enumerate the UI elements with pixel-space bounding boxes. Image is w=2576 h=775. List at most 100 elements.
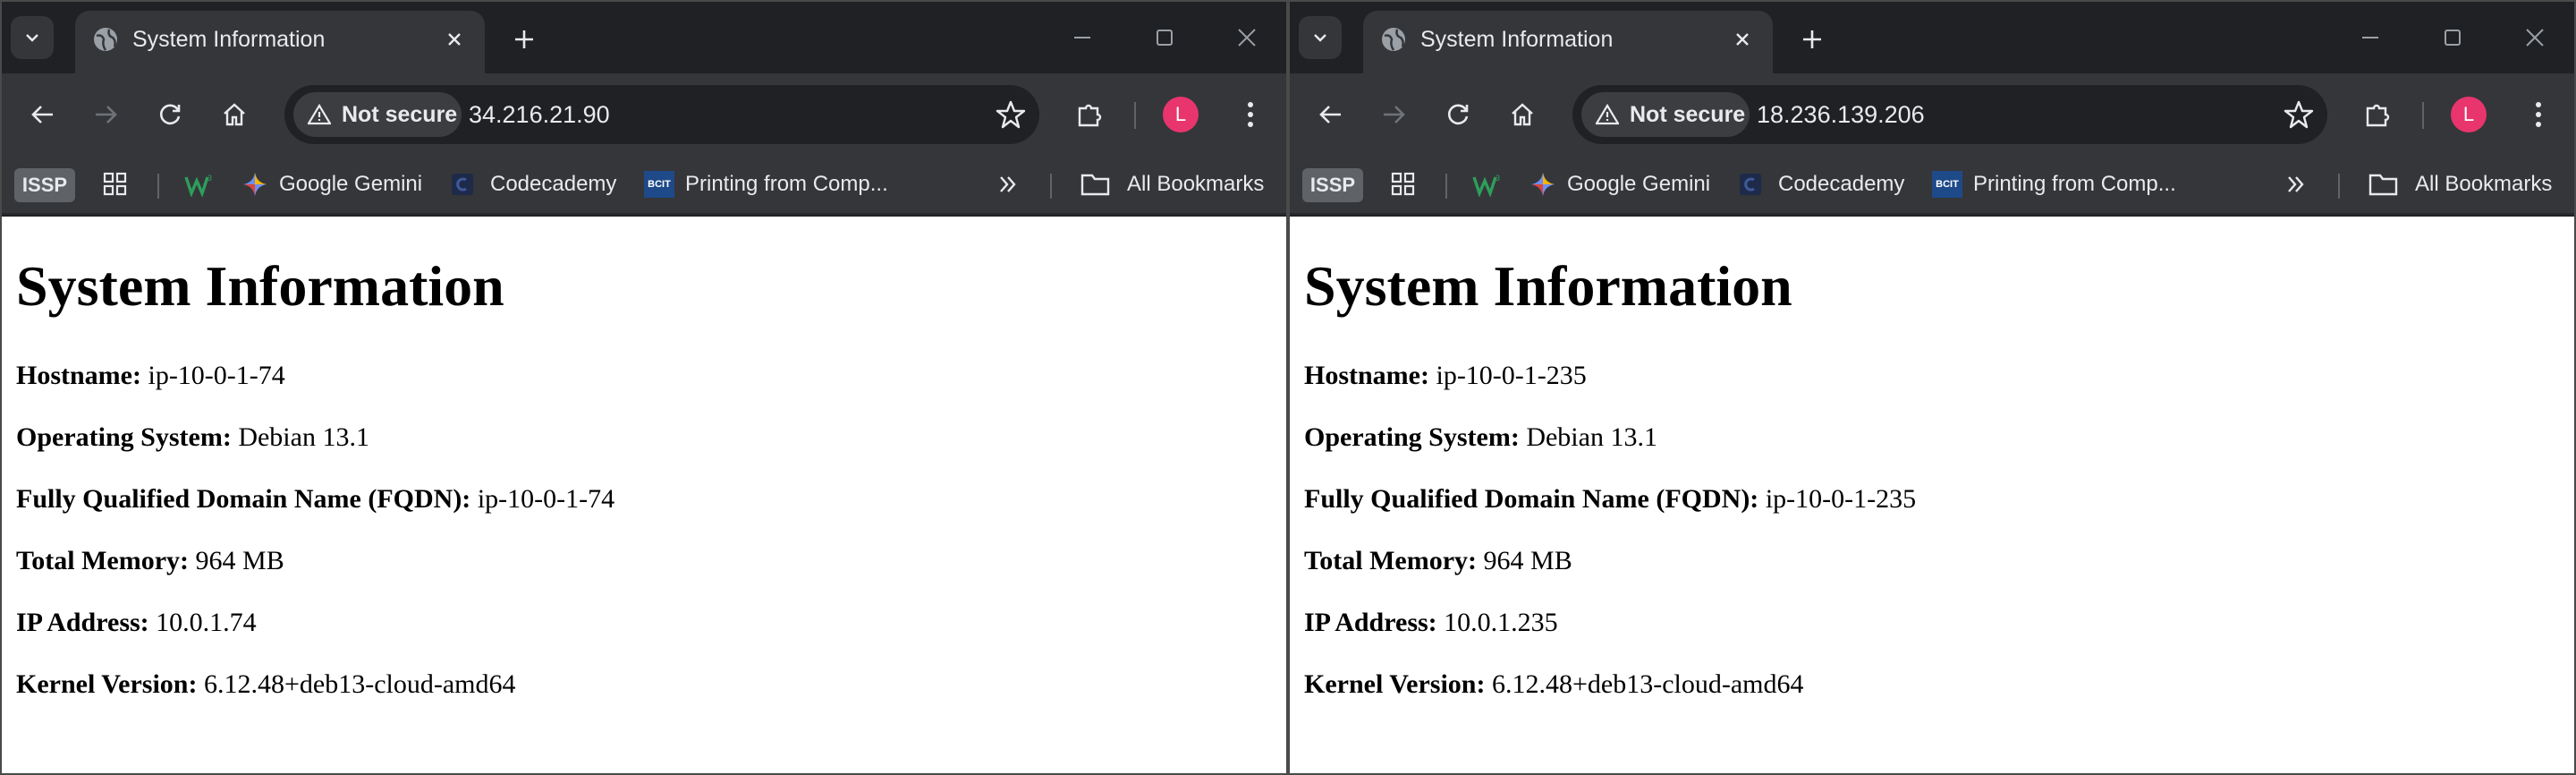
bookmark-label: Printing from Comp... bbox=[685, 172, 888, 196]
warning-icon bbox=[308, 104, 331, 125]
active-tab[interactable]: System Information bbox=[75, 11, 485, 73]
tab-title: System Information bbox=[1420, 27, 1614, 52]
back-button[interactable] bbox=[1309, 93, 1352, 136]
info-value: ip-10-0-1-235 bbox=[1436, 361, 1587, 390]
star-icon[interactable] bbox=[2283, 98, 2315, 131]
extensions-button[interactable] bbox=[2356, 93, 2399, 136]
url-text[interactable]: 18.236.139.206 bbox=[1757, 101, 1925, 128]
info-value: Debian 13.1 bbox=[1526, 422, 1657, 452]
profile-avatar[interactable]: L bbox=[2451, 97, 2487, 132]
toolbar: Not secure 34.216.21.90 L bbox=[2, 73, 1286, 156]
maximize-button[interactable] bbox=[2435, 20, 2470, 55]
menu-button[interactable] bbox=[2517, 93, 2560, 136]
bookmark-w3[interactable]: 3 bbox=[1472, 166, 1501, 202]
info-label: Kernel Version: bbox=[16, 669, 198, 699]
bcit-logo-icon: BCIT bbox=[644, 171, 674, 198]
apps-button[interactable] bbox=[102, 166, 129, 202]
new-tab-button[interactable] bbox=[1796, 23, 1828, 55]
bookmark-google-gemini[interactable]: Google Gemini bbox=[242, 166, 422, 202]
info-label: Fully Qualified Domain Name (FQDN): bbox=[1304, 484, 1759, 514]
profile-avatar[interactable]: L bbox=[1163, 97, 1199, 132]
tab-search-button[interactable] bbox=[11, 16, 54, 59]
page-content: System Information Hostname: ip-10-0-1-2… bbox=[1290, 217, 2574, 773]
bookmarks-bar: ISSP 3 Google Gemini Codecademy BCIT Pri… bbox=[1290, 156, 2574, 215]
active-tab[interactable]: System Information bbox=[1363, 11, 1773, 73]
toolbar: Not secure 18.236.139.206 L bbox=[1290, 73, 2574, 156]
apps-button[interactable] bbox=[1390, 166, 1417, 202]
info-row-hostname: Hostname: ip-10-0-1-235 bbox=[1304, 360, 1587, 392]
arrow-right-icon bbox=[1384, 106, 1405, 123]
tab-close-button[interactable] bbox=[1728, 25, 1757, 54]
reload-icon bbox=[1448, 104, 1469, 125]
address-bar[interactable]: Not secure 18.236.139.206 bbox=[1572, 85, 2327, 144]
minimize-button[interactable] bbox=[2352, 20, 2388, 55]
new-tab-button[interactable] bbox=[508, 23, 540, 55]
info-value: 6.12.48+deb13-cloud-amd64 bbox=[1492, 669, 1804, 699]
close-window-button[interactable] bbox=[1229, 20, 1265, 55]
reload-button[interactable] bbox=[148, 93, 191, 136]
info-label: Kernel Version: bbox=[1304, 669, 1486, 699]
menu-button[interactable] bbox=[1229, 93, 1272, 136]
info-row-fqdn: Fully Qualified Domain Name (FQDN): ip-1… bbox=[16, 483, 614, 515]
forward-button[interactable] bbox=[84, 93, 127, 136]
close-icon bbox=[448, 33, 461, 46]
tab-close-button[interactable] bbox=[440, 25, 469, 54]
bookmarks-divider bbox=[1445, 174, 1447, 199]
all-bookmarks-button[interactable]: All Bookmarks bbox=[2368, 166, 2552, 202]
svg-text:3: 3 bbox=[1496, 174, 1500, 183]
bookmark-printing[interactable]: BCIT Printing from Comp... bbox=[1932, 166, 2176, 202]
not-secure-label: Not secure bbox=[1630, 102, 1746, 127]
site-info-chip[interactable]: Not secure bbox=[1581, 92, 1750, 137]
bookmark-printing[interactable]: BCIT Printing from Comp... bbox=[644, 166, 888, 202]
plus-icon bbox=[515, 30, 533, 48]
info-value: Debian 13.1 bbox=[238, 422, 369, 452]
site-info-chip[interactable]: Not secure bbox=[293, 92, 462, 137]
forward-button[interactable] bbox=[1372, 93, 1415, 136]
chevron-double-right-icon bbox=[2288, 176, 2304, 192]
bookmark-issp[interactable]: ISSP bbox=[14, 168, 75, 202]
info-row-memory: Total Memory: 964 MB bbox=[16, 545, 284, 577]
maximize-button[interactable] bbox=[1147, 20, 1182, 55]
bookmarks-overflow-button[interactable] bbox=[996, 166, 1020, 202]
apps-grid-icon bbox=[103, 172, 127, 196]
bookmark-google-gemini[interactable]: Google Gemini bbox=[1530, 166, 1710, 202]
maximize-icon bbox=[2445, 30, 2461, 46]
info-label: Operating System: bbox=[16, 422, 232, 452]
address-bar[interactable]: Not secure 34.216.21.90 bbox=[284, 85, 1039, 144]
home-button[interactable] bbox=[213, 93, 256, 136]
url-text[interactable]: 34.216.21.90 bbox=[469, 101, 610, 128]
all-bookmarks-button[interactable]: All Bookmarks bbox=[1080, 166, 1264, 202]
info-value: ip-10-0-1-74 bbox=[477, 484, 615, 514]
arrow-left-icon bbox=[1319, 106, 1341, 123]
home-button[interactable] bbox=[1501, 93, 1544, 136]
close-window-button[interactable] bbox=[2517, 20, 2553, 55]
browser-window-left: System Information Not secure 34.216.21.… bbox=[0, 0, 1288, 775]
bookmarks-overflow-button[interactable] bbox=[2284, 166, 2308, 202]
gemini-icon bbox=[1531, 173, 1555, 196]
info-value: ip-10-0-1-235 bbox=[1765, 484, 1917, 514]
bookmark-codecademy[interactable]: Codecademy bbox=[449, 166, 616, 202]
page-heading: System Information bbox=[16, 254, 504, 318]
plus-icon bbox=[1803, 30, 1821, 48]
puzzle-icon bbox=[1078, 104, 1102, 127]
back-button[interactable] bbox=[21, 93, 64, 136]
bookmark-codecademy[interactable]: Codecademy bbox=[1737, 166, 1904, 202]
bookmark-w3[interactable]: 3 bbox=[184, 166, 213, 202]
codecademy-icon bbox=[452, 174, 473, 195]
info-label: Operating System: bbox=[1304, 422, 1520, 452]
bookmark-label: Google Gemini bbox=[1567, 172, 1711, 196]
extensions-button[interactable] bbox=[1068, 93, 1111, 136]
info-row-os: Operating System: Debian 13.1 bbox=[1304, 422, 1657, 454]
chevron-double-right-icon bbox=[1000, 176, 1016, 192]
star-icon[interactable] bbox=[995, 98, 1027, 131]
reload-button[interactable] bbox=[1436, 93, 1479, 136]
info-value: ip-10-0-1-74 bbox=[148, 361, 285, 390]
kebab-menu-icon bbox=[1248, 102, 1253, 127]
tab-strip: System Information bbox=[1290, 2, 2574, 73]
tab-search-button[interactable] bbox=[1299, 16, 1342, 59]
info-label: Hostname: bbox=[16, 361, 141, 390]
minimize-button[interactable] bbox=[1064, 20, 1100, 55]
bookmark-issp[interactable]: ISSP bbox=[1302, 168, 1363, 202]
info-row-fqdn: Fully Qualified Domain Name (FQDN): ip-1… bbox=[1304, 483, 1916, 515]
info-row-kernel: Kernel Version: 6.12.48+deb13-cloud-amd6… bbox=[16, 669, 516, 701]
